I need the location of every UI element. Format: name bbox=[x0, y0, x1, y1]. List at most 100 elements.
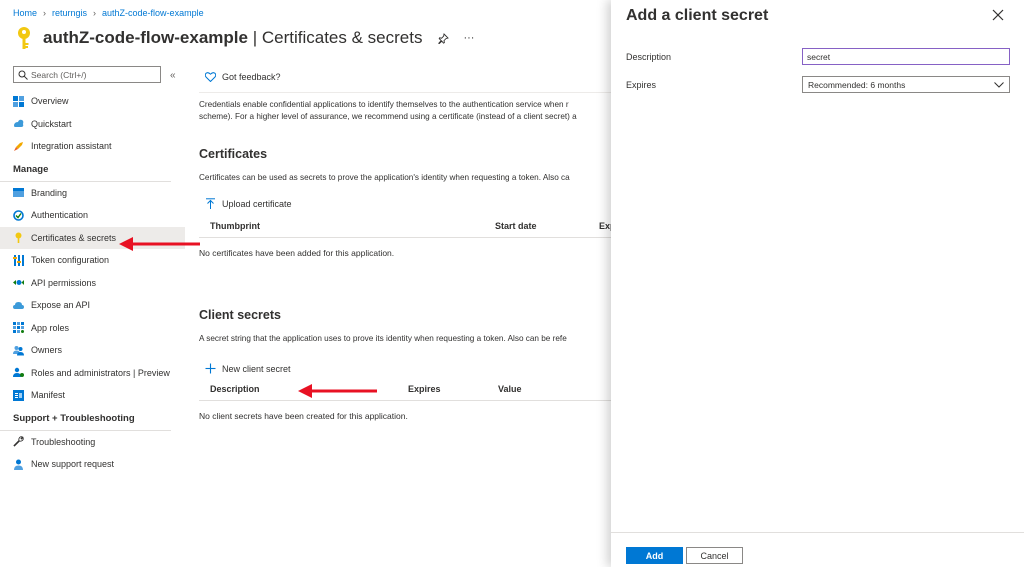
column-value[interactable]: Value bbox=[498, 384, 522, 394]
sidebar-item-api-permissions[interactable]: API permissions bbox=[0, 272, 185, 295]
sidebar-item-manifest[interactable]: Manifest bbox=[0, 384, 185, 407]
certificates-table-header: Thumbprint Start date Exp bbox=[199, 214, 616, 238]
sidebar-item-label: New support request bbox=[31, 459, 115, 470]
sidebar-item-expose-an-api[interactable]: Expose an API bbox=[0, 294, 185, 317]
page-title: authZ-code-flow-example | Certificates &… bbox=[43, 28, 422, 48]
sidebar-section-manage: Manage bbox=[0, 158, 171, 182]
sidebar-item-roles-administrators[interactable]: Roles and administrators | Preview bbox=[0, 362, 185, 385]
sidebar-item-label: Certificates & secrets bbox=[31, 232, 117, 243]
more-options-button[interactable]: ··· bbox=[463, 32, 474, 44]
client-secrets-table-header: Description Expires Value bbox=[199, 377, 611, 401]
expires-selected-value: Recommended: 6 months bbox=[808, 79, 906, 90]
collapse-sidebar-button[interactable]: « bbox=[170, 70, 176, 81]
cloud-icon bbox=[13, 301, 24, 309]
panel-footer: Add Cancel bbox=[611, 532, 1024, 567]
sidebar-item-label: Roles and administrators | Preview bbox=[31, 367, 170, 378]
breadcrumb-app[interactable]: authZ-code-flow-example bbox=[102, 8, 204, 18]
breadcrumb-home[interactable]: Home bbox=[13, 8, 37, 18]
column-description[interactable]: Description bbox=[210, 384, 260, 394]
annotation-arrow-sidebar bbox=[119, 237, 200, 251]
sidebar-item-quickstart[interactable]: Quickstart bbox=[0, 113, 185, 136]
intro-text-line2: scheme). For a higher level of assurance… bbox=[199, 112, 577, 121]
feedback-button[interactable]: Got feedback? bbox=[205, 66, 611, 88]
chevron-down-icon bbox=[994, 81, 1004, 88]
column-thumbprint[interactable]: Thumbprint bbox=[210, 221, 260, 231]
cancel-button[interactable]: Cancel bbox=[686, 547, 743, 564]
new-client-secret-label: New client secret bbox=[222, 363, 291, 374]
intro-text-line1: Credentials enable confidential applicat… bbox=[199, 100, 569, 109]
feedback-label: Got feedback? bbox=[222, 72, 281, 82]
sidebar-item-token-configuration[interactable]: Token configuration bbox=[0, 249, 185, 272]
sidebar-item-label: API permissions bbox=[31, 277, 97, 288]
page-title-app: authZ-code-flow-example bbox=[43, 28, 248, 47]
sidebar: Search (Ctrl+/) « Overview Quickstart In… bbox=[0, 66, 185, 476]
sidebar-item-label: Authentication bbox=[31, 210, 89, 221]
app-roles-icon bbox=[13, 322, 24, 334]
key-icon bbox=[15, 232, 22, 244]
sidebar-item-label: Expose an API bbox=[31, 300, 91, 311]
search-input[interactable]: Search (Ctrl+/) bbox=[13, 66, 161, 83]
expires-label: Expires bbox=[626, 79, 657, 90]
plus-icon bbox=[205, 363, 216, 374]
sidebar-item-label: Quickstart bbox=[31, 118, 72, 129]
column-start-date[interactable]: Start date bbox=[495, 221, 537, 231]
chevron-right-icon: › bbox=[43, 8, 47, 18]
sidebar-item-label: Overview bbox=[31, 96, 69, 107]
breadcrumb: Home › returngis › authZ-code-flow-examp… bbox=[13, 8, 204, 18]
branding-icon bbox=[13, 188, 24, 198]
client-secrets-title: Client secrets bbox=[199, 308, 281, 322]
search-placeholder: Search (Ctrl+/) bbox=[31, 69, 87, 80]
owners-icon bbox=[13, 345, 24, 356]
pin-icon[interactable] bbox=[438, 32, 450, 44]
authentication-icon bbox=[13, 209, 24, 221]
expires-dropdown[interactable]: Recommended: 6 months bbox=[802, 76, 1010, 93]
heart-icon bbox=[205, 72, 216, 82]
add-button[interactable]: Add bbox=[626, 547, 683, 564]
sidebar-item-owners[interactable]: Owners bbox=[0, 339, 185, 362]
upload-certificate-label: Upload certificate bbox=[222, 198, 292, 209]
page-header: authZ-code-flow-example | Certificates &… bbox=[13, 26, 474, 50]
breadcrumb-tenant[interactable]: returngis bbox=[52, 8, 87, 18]
add-client-secret-panel: Add a client secret Description Expires … bbox=[611, 0, 1024, 567]
client-secrets-empty-message: No client secrets have been created for … bbox=[199, 411, 408, 421]
sidebar-item-authentication[interactable]: Authentication bbox=[0, 204, 185, 227]
upload-certificate-button[interactable]: Upload certificate bbox=[205, 198, 611, 209]
sidebar-item-label: Branding bbox=[31, 187, 68, 198]
upload-icon bbox=[206, 198, 215, 209]
sidebar-item-label: Troubleshooting bbox=[31, 436, 96, 447]
certificates-description: Certificates can be used as secrets to p… bbox=[199, 173, 570, 182]
feedback-divider bbox=[199, 92, 611, 93]
sidebar-item-new-support-request[interactable]: New support request bbox=[0, 453, 185, 476]
page-title-blade: Certificates & secrets bbox=[261, 28, 423, 47]
chevron-right-icon: › bbox=[93, 8, 97, 18]
client-secrets-description: A secret string that the application use… bbox=[199, 334, 567, 343]
expires-row: Expires Recommended: 6 months bbox=[626, 76, 1010, 93]
description-field[interactable] bbox=[802, 48, 1010, 65]
sidebar-item-app-roles[interactable]: App roles bbox=[0, 317, 185, 340]
description-row: Description bbox=[626, 48, 1010, 65]
new-client-secret-button[interactable]: New client secret bbox=[205, 363, 611, 374]
sidebar-item-branding[interactable]: Branding bbox=[0, 182, 185, 205]
search-icon bbox=[18, 70, 28, 80]
column-expires[interactable]: Expires bbox=[408, 384, 441, 394]
wrench-icon bbox=[13, 436, 24, 447]
sidebar-item-integration-assistant[interactable]: Integration assistant bbox=[0, 135, 185, 158]
sidebar-item-label: Token configuration bbox=[31, 255, 110, 266]
description-label: Description bbox=[626, 51, 672, 62]
sidebar-item-label: Manifest bbox=[31, 390, 66, 401]
sidebar-item-label: Integration assistant bbox=[31, 141, 112, 152]
api-permissions-icon bbox=[13, 280, 24, 286]
quickstart-icon bbox=[14, 120, 24, 128]
sidebar-item-troubleshooting[interactable]: Troubleshooting bbox=[0, 431, 185, 454]
sidebar-item-label: Owners bbox=[31, 345, 63, 356]
manifest-icon bbox=[13, 389, 24, 401]
certificates-title: Certificates bbox=[199, 147, 268, 161]
roles-icon bbox=[13, 368, 24, 378]
sidebar-item-overview[interactable]: Overview bbox=[0, 90, 185, 113]
rocket-icon bbox=[14, 141, 23, 151]
close-icon[interactable] bbox=[992, 9, 1004, 21]
page-title-separator: | bbox=[247, 28, 262, 47]
token-config-icon bbox=[13, 254, 24, 266]
main-content: Got feedback? Credentials enable confide… bbox=[199, 66, 616, 421]
sidebar-item-label: App roles bbox=[31, 322, 70, 333]
